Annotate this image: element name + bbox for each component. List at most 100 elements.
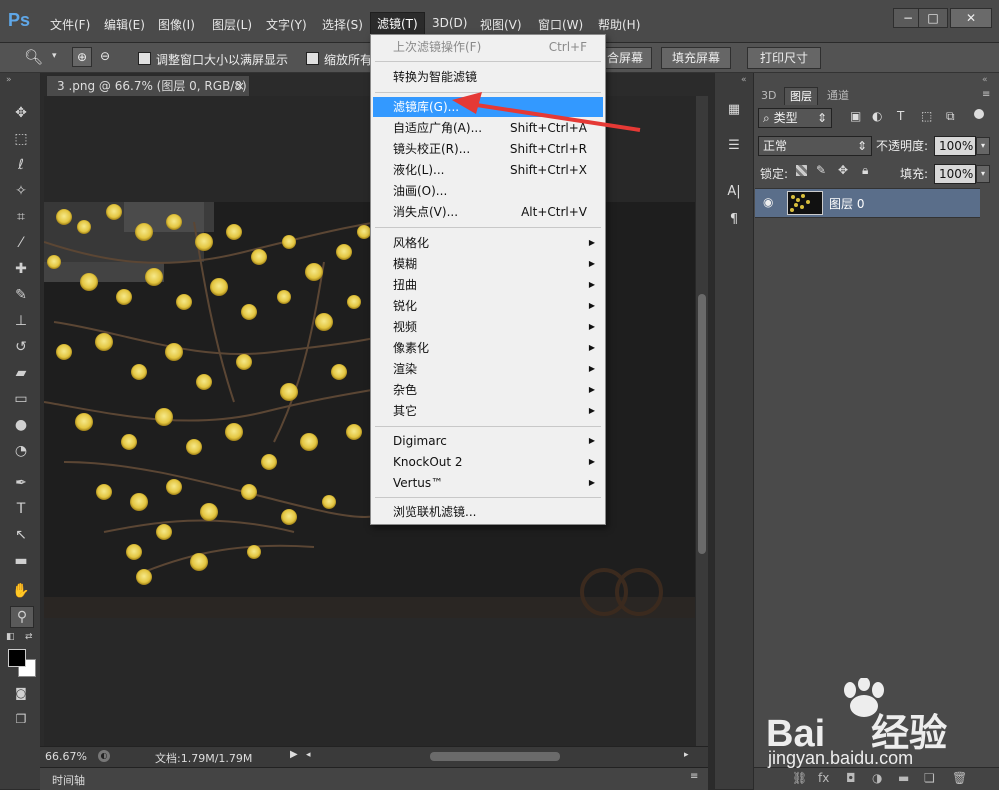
menu-item-vanishing-point[interactable]: 消失点(V)... Alt+Ctrl+V	[373, 202, 603, 222]
layer-name[interactable]: 图层 0	[829, 195, 864, 212]
timeline-menu-icon[interactable]: ≡	[690, 771, 698, 782]
menu-item-lens-correction[interactable]: 镜头校正(R)... Shift+Ctrl+R	[373, 139, 603, 159]
menu-help[interactable]: 帮助(H)	[598, 16, 640, 33]
blend-mode-select[interactable]: 正常 ⇕	[758, 136, 872, 156]
close-button[interactable]: ✕	[950, 8, 992, 28]
close-tab-icon[interactable]: ×	[235, 76, 245, 96]
filter-adjustment-icon[interactable]: ◐	[872, 109, 882, 123]
menu-type[interactable]: 文字(Y)	[266, 16, 307, 33]
magic-wand-tool-icon[interactable]: ✧	[10, 181, 32, 201]
vertical-scroll-thumb[interactable]	[698, 294, 706, 554]
menu-item-digimarc[interactable]: Digimarc ▶	[373, 431, 603, 451]
eyedropper-tool-icon[interactable]: ⁄	[10, 233, 32, 253]
filter-shape-icon[interactable]: ⬚	[921, 109, 932, 123]
lock-position-icon[interactable]: ✥	[838, 163, 848, 177]
layer-thumbnail[interactable]	[787, 191, 823, 215]
menu-layer[interactable]: 图层(L)	[212, 16, 252, 33]
crop-tool-icon[interactable]: ⌗	[10, 207, 32, 227]
eye-icon[interactable]: ◉	[763, 195, 773, 209]
scroll-left-arrow-icon[interactable]: ◂	[306, 750, 311, 760]
brush-tool-icon[interactable]: ✎	[10, 285, 32, 305]
menu-item-vertus[interactable]: Vertus™ ▶	[373, 473, 603, 493]
zoom-all-checkbox[interactable]	[306, 52, 319, 65]
zoom-tool-icon-active[interactable]: ⚲	[10, 606, 34, 628]
panel-collapse-icon[interactable]: «	[982, 75, 988, 85]
print-size-button[interactable]: 打印尺寸	[747, 47, 822, 69]
screen-mode-icon[interactable]: ❐	[10, 709, 32, 729]
healing-brush-tool-icon[interactable]: ✚	[10, 259, 32, 279]
hand-tool-icon[interactable]: ✋	[10, 581, 32, 601]
status-info-icon[interactable]: ◐	[98, 750, 110, 762]
maximize-button[interactable]: □	[918, 8, 948, 28]
zoom-tool-icon[interactable]: 🔍︎	[24, 48, 43, 66]
swap-colors-icon[interactable]: ⇄	[25, 632, 33, 642]
foreground-color-swatch[interactable]	[8, 649, 26, 667]
lasso-tool-icon[interactable]: ℓ	[10, 155, 32, 175]
menu-view[interactable]: 视图(V)	[480, 16, 522, 33]
menu-item-last-filter[interactable]: 上次滤镜操作(F) Ctrl+F	[373, 37, 603, 57]
menu-image[interactable]: 图像(I)	[158, 16, 195, 33]
fill-screen-button[interactable]: 填充屏幕	[661, 47, 732, 69]
lock-image-icon[interactable]: ✎	[816, 163, 826, 177]
type-tool-icon[interactable]: T	[10, 499, 32, 519]
menu-item-browse-filters-online[interactable]: 浏览联机滤镜...	[373, 502, 603, 522]
histogram-panel-icon[interactable]: ▦	[724, 101, 744, 119]
layer-filter-select[interactable]: ⌕ 类型 ⇕	[758, 108, 832, 128]
filter-type-icon[interactable]: T	[897, 109, 904, 123]
default-colors-icon[interactable]: ◧	[6, 632, 15, 642]
tool-preset-dropdown-icon[interactable]: ▾	[52, 51, 57, 61]
zoom-out-icon[interactable]: ⊖	[96, 47, 114, 65]
zoom-in-icon[interactable]: ⊕	[72, 47, 92, 67]
expand-dock-icon[interactable]: «	[741, 75, 747, 85]
character-panel-icon[interactable]: A|	[724, 183, 744, 201]
document-tab[interactable]: 3 .png @ 66.7% (图层 0, RGB/8) ×	[46, 75, 250, 97]
opacity-input[interactable]: 100%	[934, 136, 976, 156]
menu-edit[interactable]: 编辑(E)	[104, 16, 145, 33]
menu-item-stylize[interactable]: 风格化 ▶	[373, 233, 603, 253]
panel-menu-icon[interactable]: ≡	[982, 89, 990, 100]
lock-transparent-icon[interactable]	[796, 165, 807, 176]
history-panel-icon[interactable]: ☰	[724, 137, 744, 155]
horizontal-scroll-thumb[interactable]	[430, 752, 560, 761]
fill-input[interactable]: 100%	[934, 164, 976, 184]
menu-file[interactable]: 文件(F)	[50, 16, 90, 33]
menu-3d[interactable]: 3D(D)	[432, 16, 467, 30]
scroll-right-arrow-icon[interactable]: ▸	[684, 750, 689, 760]
opacity-dropdown-icon[interactable]: ▾	[976, 137, 990, 155]
menu-item-pixelate[interactable]: 像素化 ▶	[373, 338, 603, 358]
filter-smart-object-icon[interactable]: ⧉	[946, 109, 955, 124]
menu-item-knockout[interactable]: KnockOut 2 ▶	[373, 452, 603, 472]
tab-layers[interactable]: 图层	[784, 87, 818, 105]
move-tool-icon[interactable]: ✥	[10, 103, 32, 123]
zoom-level[interactable]: 66.67%	[45, 750, 87, 763]
quick-mask-icon[interactable]: ◙	[10, 683, 32, 703]
resize-windows-checkbox[interactable]	[138, 52, 151, 65]
lock-all-icon[interactable]: 🔒︎	[862, 163, 868, 178]
timeline-tab[interactable]: 时间轴	[52, 772, 85, 788]
paragraph-panel-icon[interactable]: ¶	[724, 211, 744, 229]
menu-item-convert-smart-filters[interactable]: 转换为智能滤镜	[373, 67, 603, 87]
menu-item-oil-paint[interactable]: 油画(O)...	[373, 181, 603, 201]
rectangle-tool-icon[interactable]: ▬	[10, 551, 32, 571]
menu-item-render[interactable]: 渲染 ▶	[373, 359, 603, 379]
filter-pixel-icon[interactable]: ▣	[850, 109, 861, 123]
path-selection-tool-icon[interactable]: ↖	[10, 525, 32, 545]
clone-stamp-tool-icon[interactable]: ⊥	[10, 311, 32, 331]
menu-filter[interactable]: 滤镜(T)	[370, 12, 425, 36]
menu-item-other[interactable]: 其它 ▶	[373, 401, 603, 421]
status-menu-arrow-icon[interactable]: ▶	[290, 749, 298, 760]
menu-item-liquify[interactable]: 液化(L)... Shift+Ctrl+X	[373, 160, 603, 180]
tab-channels[interactable]: 通道	[822, 87, 854, 104]
fill-dropdown-icon[interactable]: ▾	[976, 165, 990, 183]
pen-tool-icon[interactable]: ✒	[10, 473, 32, 493]
gradient-tool-icon[interactable]: ▭	[10, 389, 32, 409]
menu-item-sharpen[interactable]: 锐化 ▶	[373, 296, 603, 316]
menu-select[interactable]: 选择(S)	[322, 16, 363, 33]
menu-item-blur[interactable]: 模糊 ▶	[373, 254, 603, 274]
menu-window[interactable]: 窗口(W)	[538, 16, 583, 33]
history-brush-tool-icon[interactable]: ↺	[10, 337, 32, 357]
filter-toggle-icon[interactable]	[974, 109, 984, 119]
dodge-tool-icon[interactable]: ◔	[10, 441, 32, 461]
menu-item-video[interactable]: 视频 ▶	[373, 317, 603, 337]
menu-item-noise[interactable]: 杂色 ▶	[373, 380, 603, 400]
